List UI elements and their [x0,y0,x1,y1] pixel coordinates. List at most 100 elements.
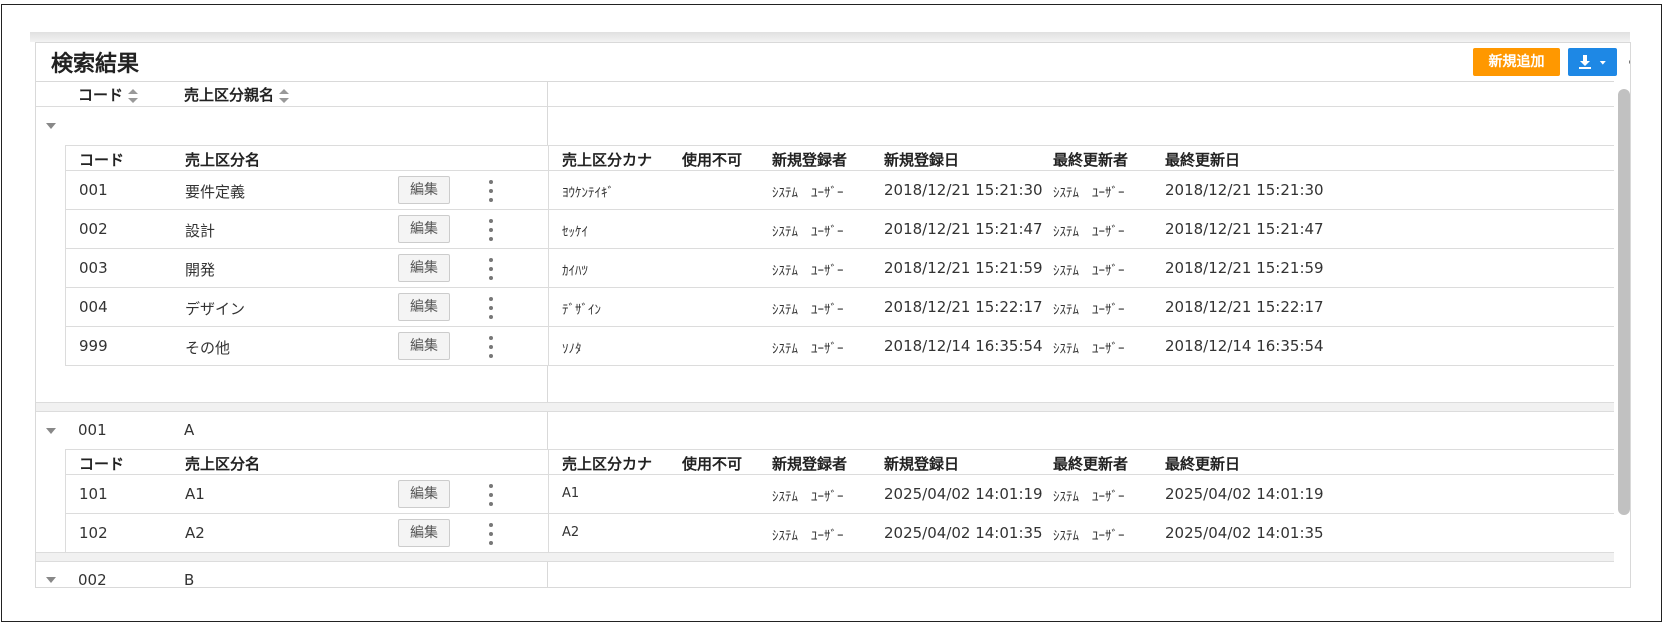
gear-icon[interactable] [1629,53,1630,71]
group-name: B [184,571,195,588]
master-code-label: コード [78,86,124,104]
cell-creator: ｼｽﾃﾑ ﾕｰｻﾞｰ [772,225,844,240]
edit-button[interactable]: 編集 [398,332,450,360]
table-row: 102 A2 A2 ｼｽﾃﾑ ﾕｰｻﾞｰ 2025/04/02 14:01:35 ｼｽﾃﾑ… [65,514,1614,553]
cell-updated: 2018/12/21 15:21:30 [1165,181,1324,199]
collapse-caret-icon[interactable] [46,428,56,434]
cell-creator: ｼｽﾃﾑ ﾕｰｻﾞｰ [772,186,844,201]
more-options-icon[interactable] [489,336,493,366]
more-options-icon[interactable] [489,523,493,553]
detail-column-divider [548,171,549,209]
edit-button[interactable]: 編集 [398,176,450,204]
cell-creator: ｼｽﾃﾑ ﾕｰｻﾞｰ [772,264,844,279]
sort-icon[interactable] [279,88,290,103]
cell-updater: ｼｽﾃﾑ ﾕｰｻﾞｰ [1053,529,1125,544]
cell-created: 2018/12/21 15:21:30 [884,181,1043,199]
cell-name: その他 [185,339,231,357]
table-row: 999 その他 ｿﾉﾀ ｼｽﾃﾑ ﾕｰｻﾞｰ 2018/12/14 16:35:54 ｼｽ… [65,327,1614,366]
edit-button[interactable]: 編集 [398,480,450,508]
header-name[interactable]: 売上区分名 [185,453,260,474]
master-name-header[interactable]: 売上区分親名 [184,84,290,105]
download-icon [1579,55,1606,69]
header-updated[interactable]: 最終更新日 [1165,149,1240,170]
cell-code: 002 [79,220,108,238]
page-title: 検索結果 [51,52,140,77]
header-kana[interactable]: 売上区分カナ [562,149,652,170]
detail-column-divider [548,288,549,326]
more-options-icon[interactable] [489,180,493,210]
edit-button[interactable]: 編集 [398,254,450,282]
more-options-icon[interactable] [489,219,493,249]
cell-kana: ｿﾉﾀ [562,342,582,357]
cell-name: 設計 [185,222,216,240]
cell-updater: ｼｽﾃﾑ ﾕｰｻﾞｰ [1053,264,1125,279]
cell-kana: A2 [562,525,580,540]
add-new-button[interactable]: 新規追加 [1473,48,1560,76]
cell-creator: ｼｽﾃﾑ ﾕｰｻﾞｰ [772,303,844,318]
collapse-caret-icon[interactable] [46,123,56,129]
edit-button[interactable]: 編集 [398,519,450,547]
header-creator[interactable]: 新規登録者 [772,453,847,474]
cell-kana: ﾃﾞｻﾞｲﾝ [562,303,601,318]
cell-name: 開発 [185,261,216,279]
download-button[interactable] [1568,48,1617,76]
vertical-scrollbar[interactable] [1618,89,1630,515]
header-code[interactable]: コード [79,453,124,474]
group-code: 001 [78,421,107,439]
cell-code: 001 [79,181,108,199]
cell-created: 2018/12/21 15:22:17 [884,298,1043,316]
header-disabled[interactable]: 使用不可 [682,453,742,474]
table-row: 003 開発 ｶｲﾊﾂ ｼｽﾃﾑ ﾕｰｻﾞｰ 2018/12/21 15:21:59 ｼｽ… [65,249,1614,288]
cell-creator: ｼｽﾃﾑ ﾕｰｻﾞｰ [772,342,844,357]
group-name: A [184,421,195,439]
collapse-caret-icon[interactable] [46,577,56,583]
cell-kana: A1 [562,486,580,501]
header-updater[interactable]: 最終更新者 [1053,149,1128,170]
detail-column-divider [548,514,549,552]
sort-icon[interactable] [128,88,139,103]
cell-updated: 2025/04/02 14:01:19 [1165,485,1324,503]
header-created[interactable]: 新規登録日 [884,149,959,170]
edit-button[interactable]: 編集 [398,293,450,321]
cell-name: A2 [185,524,205,542]
detail-header-row: コード 売上区分名 売上区分カナ 使用不可 新規登録者 新規登録日 最終更新者 … [65,449,1614,475]
header-code[interactable]: コード [79,149,124,170]
top-strip [30,32,1630,42]
cell-updater: ｼｽﾃﾑ ﾕｰｻﾞｰ [1053,303,1125,318]
detail-header-row: コード 売上区分名 売上区分カナ 使用不可 新規登録者 新規登録日 最終更新者 … [65,145,1614,171]
more-options-icon[interactable] [489,297,493,327]
more-options-icon[interactable] [489,484,493,514]
cell-updater: ｼｽﾃﾑ ﾕｰｻﾞｰ [1053,186,1125,201]
cell-created: 2025/04/02 14:01:35 [884,524,1043,542]
cell-updater: ｼｽﾃﾑ ﾕｰｻﾞｰ [1053,342,1125,357]
table-row: 002 設計 ｾｯｹｲ ｼｽﾃﾑ ﾕｰｻﾞｰ 2018/12/21 15:21:47 ｼｽ… [65,210,1614,249]
header-name[interactable]: 売上区分名 [185,149,260,170]
cell-code: 004 [79,298,108,316]
master-name-label: 売上区分親名 [184,86,275,104]
header-disabled[interactable]: 使用不可 [682,149,742,170]
header-updated[interactable]: 最終更新日 [1165,453,1240,474]
edit-button[interactable]: 編集 [398,215,450,243]
cell-created: 2018/12/14 16:35:54 [884,337,1043,355]
header-created[interactable]: 新規登録日 [884,453,959,474]
cell-created: 2025/04/02 14:01:19 [884,485,1043,503]
header-kana[interactable]: 売上区分カナ [562,453,652,474]
cell-code: 003 [79,259,108,277]
more-options-icon[interactable] [489,258,493,288]
group-row: 002 B [36,561,1614,588]
detail-column-divider [548,210,549,248]
detail-column-divider [548,475,549,513]
cell-kana: ｶｲﾊﾂ [562,264,588,279]
header-creator[interactable]: 新規登録者 [772,149,847,170]
master-code-header[interactable]: コード [78,84,139,105]
results-grid: コード 売上区分親名 コード 売上区分名 売上区分カナ 使用不可 新規登録者 新… [36,81,1614,588]
search-results-panel: 検索結果 新規追加 コード 売上区分親名 コード 売上区分名 売上区分カナ 使用… [35,42,1631,588]
cell-created: 2018/12/21 15:21:47 [884,220,1043,238]
cell-code: 999 [79,337,108,355]
table-row: 004 デザイン ﾃﾞｻﾞｲﾝ ｼｽﾃﾑ ﾕｰｻﾞｰ 2018/12/21 15:22:… [65,288,1614,327]
table-row: 101 A1 A1 ｼｽﾃﾑ ﾕｰｻﾞｰ 2025/04/02 14:01:19 ｼｽﾃﾑ… [65,475,1614,514]
table-row: 001 要件定義 ﾖｳｹﾝﾃｲｷﾞ ｼｽﾃﾑ ﾕｰｻﾞｰ 2018/12/21 15:2… [65,171,1614,210]
header-updater[interactable]: 最終更新者 [1053,453,1128,474]
cell-updated: 2018/12/14 16:35:54 [1165,337,1324,355]
cell-name: デザイン [185,300,246,318]
